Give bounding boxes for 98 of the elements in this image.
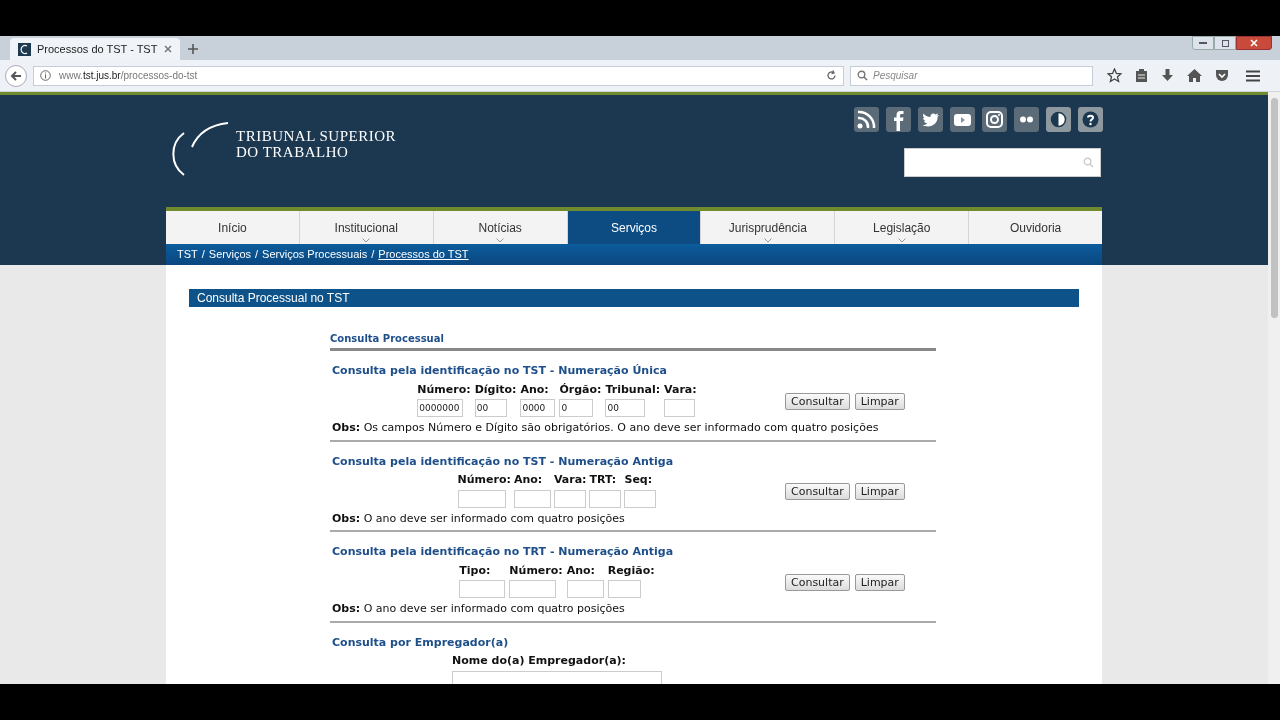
field-label: Seq: xyxy=(624,472,654,488)
logo-icon xyxy=(170,119,230,177)
input-field[interactable]: 0 xyxy=(559,399,594,417)
reload-icon[interactable] xyxy=(826,70,837,81)
video-icon[interactable] xyxy=(950,107,975,132)
input-field[interactable] xyxy=(457,489,506,508)
input-field[interactable]: 00 xyxy=(474,399,507,417)
field-label: Ano: xyxy=(520,381,550,398)
browser-tab[interactable]: Processos do TST - TST xyxy=(10,38,180,60)
tab-favicon-icon xyxy=(18,42,31,56)
close-window-button[interactable] xyxy=(1236,36,1272,50)
nav-tab[interactable]: Jurisprudência xyxy=(700,211,835,244)
nav-tab[interactable]: Ouvidoria xyxy=(968,211,1102,244)
breadcrumb-link[interactable]: Processos do TST xyxy=(378,246,469,263)
rss-icon[interactable] xyxy=(854,107,879,132)
field-label: Número: xyxy=(457,472,511,488)
form-button[interactable]: Consultar xyxy=(785,483,850,501)
two-dots-icon[interactable] xyxy=(1014,107,1039,132)
search-field[interactable]: Pesquisar xyxy=(850,65,1093,86)
input-field[interactable]: 00 xyxy=(605,399,646,417)
help-icon[interactable] xyxy=(1078,107,1103,132)
field-label: TRT: xyxy=(589,472,618,488)
obs-note: Obs: O ano deve ser informado com quatro posições xyxy=(332,601,626,617)
form-button[interactable]: Consultar xyxy=(785,392,850,410)
field-label: Ano: xyxy=(566,562,596,579)
close-icon xyxy=(1250,39,1258,47)
breadcrumb-separator: / xyxy=(201,247,205,263)
scrollbar[interactable] xyxy=(1268,92,1280,684)
field-label: Vara: xyxy=(664,381,697,398)
search-icon xyxy=(1083,157,1094,168)
field-label: Órgão: xyxy=(559,381,602,398)
obs-note: Obs: O ano deve ser informado com quatro posições xyxy=(332,510,626,527)
input-field[interactable] xyxy=(607,580,641,598)
field-label: Nome do(a) Empregador(a): xyxy=(452,653,628,669)
input-field[interactable] xyxy=(566,580,604,598)
scroll-thumb[interactable] xyxy=(1270,98,1278,318)
nav-tab[interactable]: Notícias xyxy=(432,211,567,244)
minimize-button[interactable] xyxy=(1192,36,1214,50)
form-title: Consulta Processual xyxy=(330,331,936,351)
field-label: Número: xyxy=(509,562,563,579)
info-icon xyxy=(40,70,51,81)
address-bar[interactable]: www.tst.jus.br/processos-do-tst xyxy=(33,65,844,86)
close-tab-icon[interactable] xyxy=(164,45,172,53)
input-field[interactable] xyxy=(513,489,551,508)
section-title: Consulta pela identificação no TRT - Numeração Antiga xyxy=(332,544,675,560)
home-icon[interactable] xyxy=(1187,69,1202,82)
breadcrumb-link[interactable]: Serviços Processuais xyxy=(262,246,368,263)
section-title: Consulta pela identificação no TST - Numeração Única xyxy=(332,363,668,379)
tab-title: Processos do TST - TST xyxy=(37,41,158,57)
back-button[interactable] xyxy=(5,64,27,87)
field-label: Ano: xyxy=(513,472,544,488)
logo-text: TRIBUNAL SUPERIOR xyxy=(236,128,397,144)
field-label: Vara: xyxy=(553,472,587,488)
breadcrumb-link[interactable]: Serviços xyxy=(208,246,252,263)
input-field[interactable] xyxy=(624,489,657,508)
input-field[interactable]: 0000 xyxy=(520,399,556,417)
panel-title: Consulta Processual no TST xyxy=(189,289,1079,307)
new-tab-icon[interactable] xyxy=(188,44,198,54)
input-field[interactable]: 0000000 xyxy=(417,399,464,417)
input-field[interactable] xyxy=(553,489,586,508)
facebook-icon[interactable] xyxy=(886,107,911,132)
menu-icon[interactable] xyxy=(1246,69,1260,82)
section-title: Consulta pela identificação no TST - Numeração Antiga xyxy=(332,453,675,470)
field-label: Tribunal: xyxy=(605,381,661,398)
site-search-field[interactable] xyxy=(904,148,1101,177)
star-icon[interactable] xyxy=(1107,68,1122,83)
camera-icon[interactable] xyxy=(982,107,1007,132)
twitter-icon[interactable] xyxy=(918,107,943,132)
section-title: Consulta por Empregador(a) xyxy=(332,634,510,651)
nav-tab[interactable]: Legislação xyxy=(834,211,969,244)
download-icon[interactable] xyxy=(1161,68,1174,83)
form-button[interactable]: Limpar xyxy=(854,573,905,591)
field-label: Número: xyxy=(417,381,471,398)
nav-tab[interactable]: Início xyxy=(166,211,299,244)
field-label: Tipo: xyxy=(459,562,492,579)
obs-note: Obs: Os campos Número e Dígito são obrigatórios. O ano deve ser informado com quatro posições xyxy=(332,420,880,436)
input-field[interactable] xyxy=(509,580,557,598)
form-button[interactable]: Limpar xyxy=(854,483,905,501)
input-field[interactable] xyxy=(589,489,622,508)
input-field[interactable] xyxy=(664,399,696,417)
url-text: www.tst.jus.br/processos-do-tst xyxy=(59,69,199,83)
restore-button[interactable] xyxy=(1214,36,1236,50)
logo-text: DO TRABALHO xyxy=(236,144,350,160)
form-button[interactable]: Consultar xyxy=(785,573,850,591)
field-label: Região: xyxy=(607,562,655,579)
clipboard-icon[interactable] xyxy=(1135,68,1148,83)
breadcrumb-link[interactable]: TST xyxy=(177,246,198,263)
nav-tab[interactable]: Serviços xyxy=(566,211,701,244)
pocket-icon[interactable] xyxy=(1215,69,1229,82)
breadcrumb-separator: / xyxy=(255,247,259,263)
contrast-icon[interactable] xyxy=(1046,107,1071,132)
search-icon xyxy=(857,70,868,81)
nav-tab[interactable]: Institucional xyxy=(298,211,433,244)
breadcrumb-separator: / xyxy=(371,247,375,263)
form-button[interactable]: Limpar xyxy=(854,392,905,410)
input-field[interactable] xyxy=(459,580,506,598)
back-arrow-icon xyxy=(10,69,22,82)
field-label: Dígito: xyxy=(474,381,517,398)
